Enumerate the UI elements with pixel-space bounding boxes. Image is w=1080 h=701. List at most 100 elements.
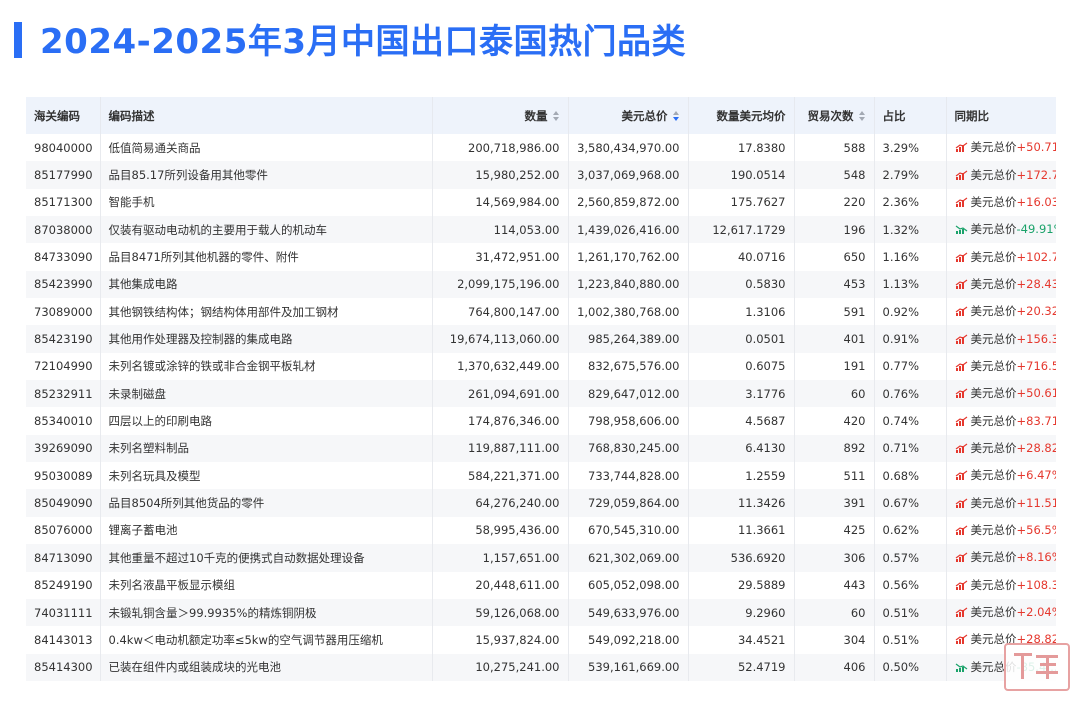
table-row[interactable]: 87038000 仅装有驱动电动机的主要用于载人的机动车 114,053.00 1,4… [26, 216, 1057, 244]
cell-usd: 2,560,859,872.00 [568, 188, 689, 217]
cell-avg: 17.8380 [688, 134, 795, 162]
trend-up-icon [955, 416, 968, 430]
cell-qty: 764,800,147.00 [432, 298, 569, 326]
cell-trades: 60 [794, 598, 875, 627]
trend-up-icon [955, 252, 968, 266]
table-row[interactable]: 84143013 0.4kw＜电动机额定功率≤5kw的空气调节器用压缩机 15,93… [26, 626, 1056, 654]
table-row[interactable]: 85423190 其他用作处理器及控制器的集成电路 19,674,113,060.0… [26, 325, 1056, 353]
table-row[interactable]: 72104990 未列名镀或涂锌的铁或非合金钢平板轧材 1,370,632,449.… [26, 352, 1056, 381]
yoy-change-value: +8.16% [1016, 550, 1057, 565]
cell-qty: 119,887,111.00 [432, 434, 569, 463]
table-row[interactable]: 85414300 已装在组件内或组装成块的光电池 10,275,241.00 539,… [26, 653, 1056, 681]
cell-avg: 3.1776 [688, 380, 795, 408]
trend-up-icon [955, 388, 968, 402]
cell-qty: 14,569,984.00 [432, 188, 569, 217]
sort-icon[interactable] [672, 110, 680, 122]
trend-up-icon [955, 607, 968, 621]
cell-trades: 60 [794, 380, 875, 408]
cell-yoy: 美元总价+102.75% [946, 243, 1056, 270]
cell-desc: 未列名玩具及模型 [100, 462, 433, 490]
table-row[interactable]: 85249190 未列名液晶平板显示模组 20,448,611.00 605,052,… [26, 571, 1056, 599]
table-row[interactable]: 85076000 锂离子蓄电池 58,995,436.00 670,545,310.0… [26, 516, 1057, 545]
cell-share: 0.56% [874, 571, 947, 599]
cell-avg: 536.6920 [688, 544, 795, 572]
column-header-usd[interactable]: 美元总价 [568, 97, 689, 134]
cell-desc: 品目85.17所列设备用其他零件 [100, 161, 433, 189]
cell-avg: 12,617.1729 [688, 216, 795, 244]
watermark-seal [1004, 643, 1070, 691]
cell-trades: 548 [794, 161, 875, 189]
cell-qty: 584,221,371.00 [432, 462, 569, 490]
cell-qty: 1,157,651.00 [432, 544, 569, 572]
table-row[interactable]: 74031111 未锻轧铜含量＞99.9935%的精炼铜阴极 59,126,068.… [26, 598, 1057, 627]
yoy-change-value: +102.75% [1016, 249, 1057, 264]
yoy-metric-label: 美元总价 [970, 440, 1017, 455]
cell-share: 0.92% [874, 298, 947, 326]
cell-desc: 未列名液晶平板显示模组 [100, 571, 433, 599]
yoy-change-value: +2.04% [1016, 605, 1057, 620]
table-row[interactable]: 84713090 其他重量不超过10千克的便携式自动数据处理设备 1,157,651… [26, 544, 1057, 572]
cell-qty: 58,995,436.00 [432, 516, 569, 545]
cell-share: 0.76% [874, 380, 947, 408]
sort-icon[interactable] [552, 110, 560, 122]
cell-usd: 733,744,828.00 [568, 462, 689, 490]
cell-trades: 196 [794, 216, 875, 244]
trend-up-icon [955, 498, 968, 512]
cell-desc: 其他用作处理器及控制器的集成电路 [100, 325, 433, 353]
table-row[interactable]: 85232911 未录制磁盘 261,094,691.00 829,647,012.0… [26, 380, 1056, 408]
cell-trades: 401 [794, 325, 875, 353]
cell-usd: 829,647,012.00 [568, 380, 689, 408]
column-header-label: 占比 [882, 108, 906, 123]
trade-table: 海关编码 编码描述 数量 美元总价 数量美元均价 贸易次数 占比 同期比 98040000 低值… [26, 97, 1056, 681]
trend-up-icon [955, 443, 968, 457]
table-row[interactable]: 85049090 品目8504所列其他货品的零件 64,276,240.00 729,… [26, 489, 1056, 517]
yoy-change-value: +56.5% [1016, 522, 1057, 537]
cell-yoy: 美元总价+50.61% [946, 380, 1056, 407]
cell-code: 85177990 [26, 161, 101, 189]
cell-code: 84733090 [26, 243, 101, 271]
cell-qty: 19,674,113,060.00 [432, 325, 569, 353]
table-row[interactable]: 73089000 其他钢铁结构体；钢结构体用部件及加工钢材 764,800,147.… [26, 298, 1056, 326]
table-row[interactable]: 85171300 智能手机 14,569,984.00 2,560,859,872.0… [26, 188, 1056, 217]
cell-usd: 1,261,170,762.00 [568, 243, 689, 271]
cell-desc: 品目8504所列其他货品的零件 [100, 489, 433, 517]
cell-share: 0.91% [874, 325, 947, 353]
column-header-qty[interactable]: 数量 [432, 97, 569, 134]
cell-share: 0.57% [874, 544, 947, 572]
yoy-change-value: +172.74% [1016, 167, 1057, 182]
cell-usd: 549,633,976.00 [568, 598, 689, 627]
cell-usd: 768,830,245.00 [568, 434, 689, 463]
cell-code: 85340010 [26, 407, 101, 435]
cell-yoy: 美元总价+11.51% [946, 489, 1056, 516]
cell-avg: 190.0514 [688, 161, 795, 189]
table-row[interactable]: 39269090 未列名塑料制品 119,887,111.00 768,830,245… [26, 434, 1056, 463]
cell-qty: 31,472,951.00 [432, 243, 569, 271]
yoy-change-value: +50.71% [1016, 140, 1057, 155]
sort-icon[interactable] [858, 110, 866, 122]
trend-down-icon [955, 662, 968, 676]
cell-avg: 0.6075 [688, 352, 795, 381]
cell-avg: 0.5830 [688, 270, 795, 299]
cell-desc: 其他集成电路 [100, 270, 433, 299]
cell-avg: 4.5687 [688, 407, 795, 435]
cell-trades: 588 [794, 134, 875, 162]
cell-avg: 1.2559 [688, 462, 795, 490]
cell-qty: 1,370,632,449.00 [432, 352, 569, 381]
cell-share: 0.51% [874, 598, 947, 627]
cell-share: 1.13% [874, 270, 947, 299]
trend-up-icon [955, 306, 968, 320]
cell-yoy: 美元总价+716.53% [946, 353, 1056, 380]
cell-code: 85423190 [26, 325, 101, 353]
column-header-label: 数量美元均价 [716, 108, 786, 123]
table-row[interactable]: 85177990 品目85.17所列设备用其他零件 15,980,252.00 3,0… [26, 161, 1057, 189]
table-row[interactable]: 85340010 四层以上的印刷电路 174,876,346.00 798,958,6… [26, 407, 1056, 435]
column-header-trades[interactable]: 贸易次数 [794, 97, 875, 134]
table-row[interactable]: 98040000 低值简易通关商品 200,718,986.00 3,580,434,… [26, 134, 1057, 162]
cell-avg: 9.2960 [688, 598, 795, 627]
table-row[interactable]: 95030089 未列名玩具及模型 584,221,371.00 733,744,82… [26, 462, 1056, 490]
cell-desc: 已装在组件内或组装成块的光电池 [100, 653, 433, 681]
table-row[interactable]: 84733090 品目8471所列其他机器的零件、附件 31,472,951.00 1… [26, 243, 1056, 271]
yoy-change-value: -49.91% [1016, 222, 1057, 237]
table-row[interactable]: 85423990 其他集成电路 2,099,175,196.00 1,223,840,… [26, 270, 1056, 299]
cell-usd: 3,580,434,970.00 [568, 134, 689, 162]
